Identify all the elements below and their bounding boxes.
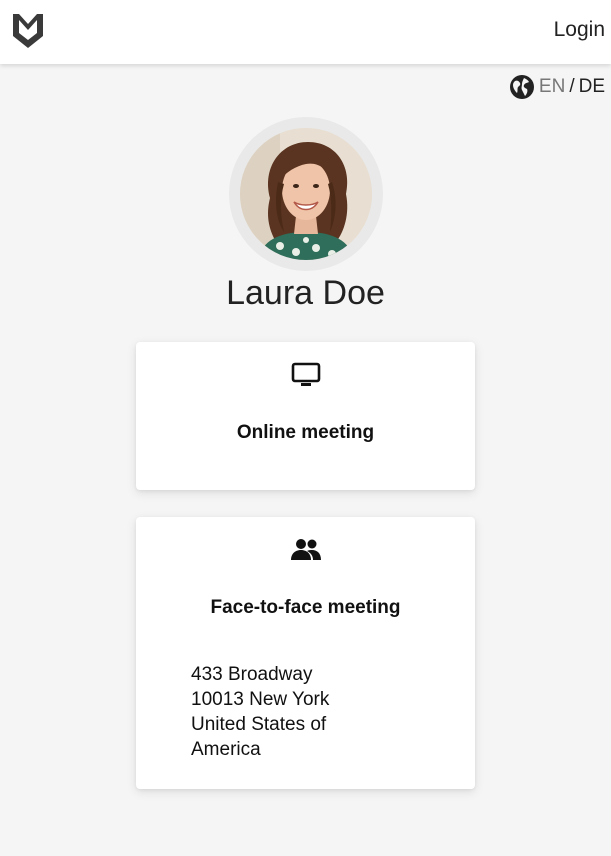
meeting-address: 433 Broadway 10013 New York United State… [191, 662, 329, 762]
globe-icon [509, 74, 535, 100]
login-link[interactable]: Login [554, 18, 605, 42]
address-line: 433 Broadway [191, 664, 313, 685]
avatar-ring [229, 117, 383, 271]
lang-en[interactable]: EN [539, 76, 565, 98]
address-line: United States of [191, 714, 327, 735]
face-to-face-meeting-card[interactable]: Face-to-face meeting 433 Broadway 10013 … [136, 517, 475, 789]
address-line: America [191, 739, 261, 760]
online-meeting-card[interactable]: Online meeting [136, 342, 475, 490]
people-icon [290, 538, 322, 560]
lang-de[interactable]: DE [579, 76, 605, 98]
avatar [240, 128, 372, 260]
online-meeting-title: Online meeting [236, 422, 375, 443]
monitor-icon [291, 362, 321, 388]
language-switcher: EN / DE [509, 74, 605, 100]
brand-logo-icon[interactable] [10, 6, 46, 54]
profile-name: Laura Doe [226, 274, 385, 312]
lang-separator: / [569, 76, 575, 97]
face-to-face-meeting-title: Face-to-face meeting [210, 597, 401, 618]
address-line: 10013 New York [191, 689, 330, 710]
top-bar: Login [0, 0, 611, 64]
